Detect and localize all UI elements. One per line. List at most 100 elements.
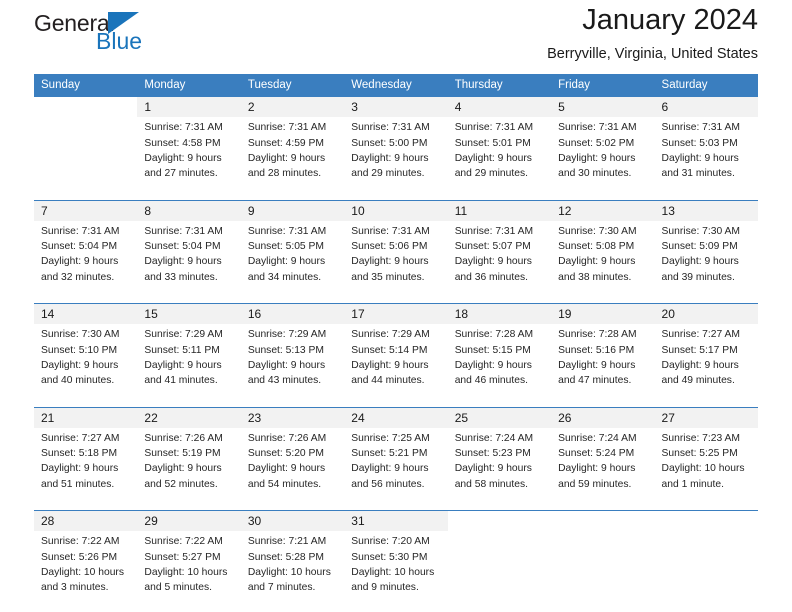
day-number[interactable]: 10 (344, 200, 448, 221)
day-info-row: Sunrise: 7:31 AM Sunset: 5:04 PM Daylight:… (34, 220, 758, 295)
sunset-text: Sunset: 5:04 PM (144, 241, 221, 253)
day-number[interactable]: 17 (344, 304, 448, 325)
week-spacer-cell (137, 295, 241, 303)
sunset-text: Sunset: 5:15 PM (454, 344, 531, 356)
day-number[interactable]: 6 (654, 97, 758, 118)
sunset-text: Sunset: 5:26 PM (41, 551, 118, 563)
day-number[interactable]: 27 (654, 407, 758, 428)
daylight-text-line1: Daylight: 9 hours (247, 463, 326, 475)
weekday-header-tuesday: Tuesday (240, 74, 345, 96)
daylight-text-line1: Daylight: 9 hours (661, 256, 739, 268)
week-spacer-cell (344, 295, 448, 303)
daylight-text-line2: and 31 minutes. (661, 168, 735, 180)
week-spacer-cell (137, 398, 241, 407)
week-spacer-cell (447, 295, 552, 303)
day-number[interactable]: 28 (34, 511, 138, 532)
day-number[interactable]: 30 (240, 511, 345, 532)
sunset-text: Sunset: 5:04 PM (41, 241, 118, 253)
empty-day-info (654, 531, 758, 606)
day-number[interactable]: 24 (344, 407, 448, 428)
day-cell-info: Sunrise: 7:29 AM Sunset: 5:13 PM Daylight:… (240, 324, 345, 399)
sunrise-text: Sunrise: 7:29 AM (144, 329, 223, 341)
sunrise-text: Sunrise: 7:31 AM (454, 225, 534, 237)
week-spacer (34, 502, 758, 510)
title-block: January 2024 Berryville, Virginia, Unite… (547, 0, 758, 62)
day-number[interactable]: 23 (240, 407, 345, 428)
sunrise-text: Sunrise: 7:28 AM (454, 329, 534, 341)
daylight-text-line1: Daylight: 9 hours (41, 256, 119, 268)
day-cell-info: Sunrise: 7:24 AM Sunset: 5:23 PM Daylight:… (447, 427, 552, 502)
day-number[interactable]: 2 (240, 97, 345, 118)
day-cell-info: Sunrise: 7:23 AM Sunset: 5:25 PM Daylight:… (654, 427, 758, 502)
day-number[interactable]: 18 (447, 304, 552, 325)
day-number[interactable]: 20 (654, 304, 758, 325)
week-spacer-cell (137, 191, 241, 200)
day-number[interactable]: 9 (240, 200, 345, 221)
day-number[interactable]: 15 (137, 304, 241, 325)
day-cell-info: Sunrise: 7:22 AM Sunset: 5:27 PM Daylight:… (137, 531, 241, 606)
sunset-text: Sunset: 5:24 PM (558, 448, 635, 460)
sunset-text: Sunset: 5:18 PM (41, 448, 118, 460)
day-number[interactable]: 1 (137, 97, 241, 118)
sunrise-text: Sunrise: 7:20 AM (351, 536, 430, 548)
sunset-text: Sunset: 5:01 PM (454, 137, 531, 149)
day-number[interactable]: 31 (344, 511, 448, 532)
day-number[interactable]: 25 (447, 407, 552, 428)
day-cell-info: Sunrise: 7:31 AM Sunset: 5:04 PM Daylight:… (34, 220, 138, 295)
daylight-text-line1: Daylight: 9 hours (41, 359, 119, 371)
day-number[interactable]: 4 (447, 97, 552, 118)
day-number[interactable]: 11 (447, 200, 552, 221)
daylight-text-line1: Daylight: 9 hours (247, 256, 326, 268)
day-cell-info: Sunrise: 7:20 AM Sunset: 5:30 PM Daylight:… (344, 531, 448, 606)
day-number[interactable]: 12 (551, 200, 655, 221)
day-cell-info: Sunrise: 7:28 AM Sunset: 5:16 PM Daylight:… (551, 324, 655, 399)
day-number[interactable]: 16 (240, 304, 345, 325)
daylight-text-line2: and 52 minutes. (144, 478, 218, 490)
weekday-header-saturday: Saturday (654, 74, 758, 96)
day-number[interactable]: 7 (34, 200, 138, 221)
day-number[interactable]: 13 (654, 200, 758, 221)
sunrise-text: Sunrise: 7:31 AM (558, 122, 637, 134)
sunrise-text: Sunrise: 7:24 AM (454, 432, 534, 444)
day-number[interactable]: 8 (137, 200, 241, 221)
daylight-text-line1: Daylight: 9 hours (144, 463, 222, 475)
day-cell-info: Sunrise: 7:21 AM Sunset: 5:28 PM Daylight:… (240, 531, 345, 606)
day-number[interactable]: 21 (34, 407, 138, 428)
sunrise-text: Sunrise: 7:31 AM (144, 225, 223, 237)
daylight-text-line1: Daylight: 9 hours (454, 152, 532, 164)
day-number-row: 14 15 16 17 18 19 20 (34, 304, 758, 325)
week-spacer-cell (240, 398, 345, 407)
general-blue-logo[interactable]: General Blue (34, 0, 264, 66)
day-number[interactable]: 29 (137, 511, 241, 532)
sunrise-text: Sunrise: 7:30 AM (558, 225, 637, 237)
daylight-text-line2: and 3 minutes. (41, 582, 109, 594)
day-number[interactable]: 22 (137, 407, 241, 428)
day-cell-info: Sunrise: 7:30 AM Sunset: 5:08 PM Daylight:… (551, 220, 655, 295)
week-spacer-cell (654, 191, 758, 200)
sunset-text: Sunset: 5:07 PM (454, 241, 531, 253)
week-spacer-cell (654, 502, 758, 510)
day-number[interactable]: 5 (551, 97, 655, 118)
week-spacer-cell (654, 398, 758, 407)
empty-day-info (551, 531, 655, 606)
daylight-text-line2: and 29 minutes. (454, 168, 528, 180)
sunrise-text: Sunrise: 7:24 AM (558, 432, 637, 444)
day-number[interactable]: 14 (34, 304, 138, 325)
day-number[interactable]: 19 (551, 304, 655, 325)
daylight-text-line2: and 49 minutes. (661, 375, 735, 387)
sunrise-text: Sunrise: 7:31 AM (454, 122, 534, 134)
sunset-text: Sunset: 4:59 PM (247, 137, 324, 149)
daylight-text-line1: Daylight: 9 hours (558, 152, 636, 164)
sunset-text: Sunset: 5:23 PM (454, 448, 531, 460)
daylight-text-line1: Daylight: 9 hours (247, 359, 326, 371)
day-cell-info: Sunrise: 7:27 AM Sunset: 5:17 PM Daylight:… (654, 324, 758, 399)
empty-day-info (34, 117, 138, 192)
week-spacer (34, 295, 758, 303)
sunrise-text: Sunrise: 7:31 AM (247, 122, 327, 134)
sunset-text: Sunset: 5:16 PM (558, 344, 635, 356)
day-info-row: Sunrise: 7:27 AM Sunset: 5:18 PM Daylight:… (34, 427, 758, 502)
daylight-text-line1: Daylight: 9 hours (351, 256, 429, 268)
sunrise-text: Sunrise: 7:31 AM (247, 225, 327, 237)
day-number[interactable]: 26 (551, 407, 655, 428)
day-number[interactable]: 3 (344, 97, 448, 118)
